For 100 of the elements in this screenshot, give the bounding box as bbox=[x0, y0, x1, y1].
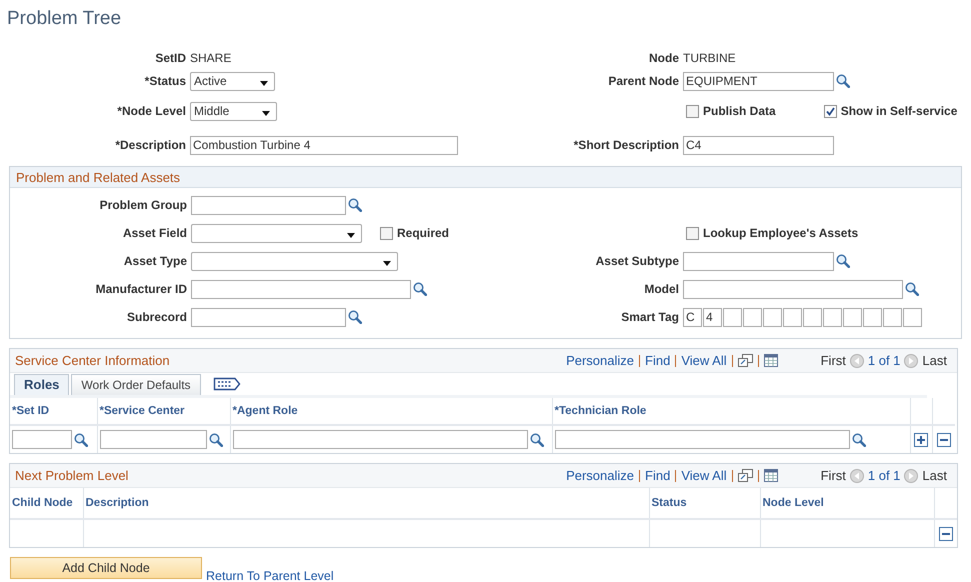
grid-link[interactable]: Find bbox=[639, 354, 676, 366]
input-field[interactable] bbox=[554, 430, 850, 449]
input-field[interactable] bbox=[191, 308, 346, 326]
search-icon[interactable] bbox=[852, 432, 866, 446]
section-header: Problem and Related Assets bbox=[10, 167, 961, 188]
field-label: Asset Type bbox=[122, 254, 188, 268]
field-label: Problem Group bbox=[98, 198, 188, 212]
add-row-button[interactable] bbox=[914, 432, 928, 446]
column-header: Status bbox=[652, 497, 687, 509]
input-field[interactable]: EQUIPMENT bbox=[683, 72, 834, 90]
tab[interactable]: Work Order Defaults bbox=[71, 374, 201, 395]
checkbox[interactable] bbox=[380, 226, 393, 240]
spreadsheet-icon[interactable] bbox=[764, 469, 778, 482]
dropdown-arrow-icon bbox=[347, 232, 355, 238]
grid-title: Next Problem Level bbox=[15, 468, 130, 483]
tab[interactable]: Roles bbox=[14, 374, 70, 395]
input-field[interactable] bbox=[232, 430, 528, 449]
dropdown-arrow-icon bbox=[262, 110, 270, 116]
input-field[interactable] bbox=[863, 308, 882, 326]
grid-link[interactable]: Personalize bbox=[561, 354, 640, 366]
column-header: *Service Center bbox=[100, 405, 185, 417]
field-label: Model bbox=[643, 282, 680, 296]
input-field[interactable] bbox=[191, 196, 346, 214]
search-icon[interactable] bbox=[74, 432, 88, 446]
next-icon[interactable] bbox=[904, 354, 918, 368]
field-label: Asset Subtype bbox=[594, 254, 680, 268]
dropdown[interactable] bbox=[191, 224, 362, 242]
spreadsheet-icon[interactable] bbox=[764, 354, 778, 367]
field-value: SHARE bbox=[190, 51, 232, 65]
input-field[interactable] bbox=[763, 308, 782, 326]
input-field[interactable] bbox=[743, 308, 762, 326]
field-label: Smart Tag bbox=[620, 310, 680, 324]
nav-label: Last bbox=[922, 353, 947, 368]
nav-label: First bbox=[820, 468, 846, 483]
search-icon[interactable] bbox=[208, 432, 222, 446]
field-label: Asset Field bbox=[122, 226, 188, 240]
field-value: TURBINE bbox=[683, 51, 736, 65]
column-header: Node Level bbox=[762, 497, 824, 509]
dropdown[interactable]: Active bbox=[190, 72, 275, 90]
input-field[interactable] bbox=[723, 308, 742, 326]
previous-icon[interactable] bbox=[850, 468, 864, 482]
previous-icon[interactable] bbox=[850, 354, 864, 368]
search-icon[interactable] bbox=[905, 282, 919, 296]
dropdown[interactable] bbox=[191, 252, 398, 270]
input-field[interactable] bbox=[823, 308, 842, 326]
column-header: *Agent Role bbox=[232, 405, 298, 417]
input-field[interactable] bbox=[100, 430, 206, 449]
checkbox[interactable] bbox=[686, 226, 699, 240]
link[interactable]: Return To Parent Level bbox=[206, 569, 334, 582]
search-icon[interactable] bbox=[348, 198, 362, 212]
search-icon[interactable] bbox=[348, 310, 362, 324]
checkmark-icon bbox=[826, 106, 835, 116]
input-field[interactable] bbox=[843, 308, 862, 326]
add-child-node-button[interactable]: Add Child Node bbox=[10, 557, 202, 579]
input-field[interactable] bbox=[12, 430, 72, 449]
row-count: 1 of 1 bbox=[868, 353, 900, 368]
column-header: Description bbox=[86, 497, 149, 509]
grid-link[interactable]: Find bbox=[639, 470, 676, 482]
input-field[interactable] bbox=[903, 308, 922, 326]
checkbox-label: Publish Data bbox=[703, 104, 776, 118]
new-window-icon[interactable] bbox=[738, 354, 753, 367]
show-all-columns-icon[interactable] bbox=[212, 377, 241, 391]
delete-row-button[interactable] bbox=[938, 526, 953, 540]
row-count: 1 of 1 bbox=[868, 468, 900, 483]
dropdown-arrow-icon bbox=[383, 260, 391, 266]
search-icon[interactable] bbox=[530, 432, 544, 446]
grid-link[interactable]: View All bbox=[675, 470, 732, 482]
checkbox[interactable] bbox=[686, 104, 699, 118]
input-field[interactable]: C bbox=[683, 308, 702, 326]
field-label: *Status bbox=[144, 74, 187, 88]
field-label: SetID bbox=[154, 51, 187, 65]
search-icon[interactable] bbox=[836, 254, 850, 268]
input-field[interactable] bbox=[683, 280, 903, 298]
input-field[interactable] bbox=[803, 308, 822, 326]
search-icon[interactable] bbox=[413, 282, 427, 296]
field-label: *Description bbox=[114, 138, 187, 152]
input-field[interactable]: C4 bbox=[683, 136, 834, 154]
search-icon[interactable] bbox=[836, 74, 850, 88]
field-label: Parent Node bbox=[607, 74, 680, 88]
grid-title: Service Center Information bbox=[15, 353, 171, 368]
input-field[interactable]: 4 bbox=[703, 308, 722, 326]
new-window-icon[interactable] bbox=[738, 469, 753, 482]
input-field[interactable] bbox=[683, 252, 834, 270]
next-icon[interactable] bbox=[904, 468, 918, 482]
input-field[interactable] bbox=[883, 308, 902, 326]
checkbox-label: Lookup Employee's Assets bbox=[703, 226, 858, 240]
field-label: Manufacturer ID bbox=[94, 282, 188, 296]
grid-link[interactable]: Personalize bbox=[561, 470, 640, 482]
input-field[interactable] bbox=[783, 308, 802, 326]
checkbox[interactable] bbox=[824, 104, 837, 118]
field-label: Node bbox=[648, 51, 680, 65]
grid-link[interactable]: View All bbox=[675, 354, 732, 366]
dropdown[interactable]: Middle bbox=[190, 102, 277, 120]
field-label: Subrecord bbox=[126, 310, 188, 324]
input-field[interactable] bbox=[191, 280, 411, 298]
column-header: *Set ID bbox=[12, 405, 50, 417]
input-field[interactable]: Combustion Turbine 4 bbox=[190, 136, 458, 154]
delete-row-button[interactable] bbox=[936, 432, 951, 446]
nav-label: Last bbox=[922, 468, 947, 483]
page-title: Problem Tree bbox=[6, 7, 122, 31]
